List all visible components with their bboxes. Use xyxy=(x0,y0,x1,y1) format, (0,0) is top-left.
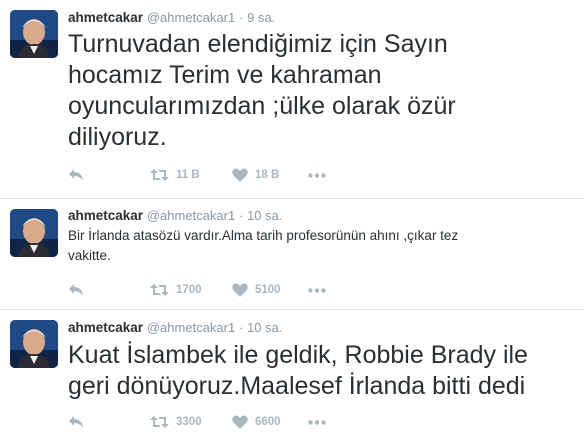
reply-button[interactable] xyxy=(68,415,150,429)
reply-icon xyxy=(68,415,84,429)
tweet-header: ahmetcakar @ahmetcakar1 · 9 sa. xyxy=(68,10,275,26)
tweet-text: Kuat İslambek ile geldik, Robbie Brady i… xyxy=(68,341,528,400)
more-button[interactable] xyxy=(308,172,326,178)
tweet-actions: 1700 5100 xyxy=(68,281,326,299)
more-button[interactable] xyxy=(308,419,326,425)
more-icon xyxy=(308,287,326,293)
separator-dot: · xyxy=(238,208,244,223)
tweet[interactable]: ahmetcakar @ahmetcakar1 · 9 sa. Turnuvad… xyxy=(0,0,584,199)
user-name[interactable]: ahmetcakar xyxy=(68,10,143,25)
avatar[interactable] xyxy=(10,209,58,257)
reply-icon xyxy=(68,168,84,182)
like-count: 6600 xyxy=(255,416,281,428)
tweet[interactable]: ahmetcakar @ahmetcakar1 · 10 sa. Kuat İs… xyxy=(0,310,584,436)
retweet-icon xyxy=(150,168,169,182)
retweet-button[interactable]: 1700 xyxy=(150,283,232,297)
reply-button[interactable] xyxy=(68,283,150,297)
retweet-count: 3300 xyxy=(176,416,202,428)
tweet-header: ahmetcakar @ahmetcakar1 · 10 sa. xyxy=(68,208,282,224)
tweet[interactable]: ahmetcakar @ahmetcakar1 · 10 sa. Bir İrl… xyxy=(0,199,584,310)
user-handle[interactable]: @ahmetcakar1 xyxy=(147,10,235,25)
retweet-icon xyxy=(150,283,169,297)
heart-icon xyxy=(232,168,248,182)
tweet-header: ahmetcakar @ahmetcakar1 · 10 sa. xyxy=(68,320,282,336)
timestamp[interactable]: 10 sa. xyxy=(247,208,282,223)
user-name[interactable]: ahmetcakar xyxy=(68,208,143,223)
retweet-icon xyxy=(150,415,169,429)
separator-dot: · xyxy=(238,10,244,25)
like-button[interactable]: 18 B xyxy=(232,168,308,182)
reply-button[interactable] xyxy=(68,168,150,182)
user-handle[interactable]: @ahmetcakar1 xyxy=(147,208,235,223)
more-icon xyxy=(308,172,326,178)
retweet-count: 1700 xyxy=(176,284,202,296)
avatar[interactable] xyxy=(10,10,58,58)
heart-icon xyxy=(232,283,248,297)
timestamp[interactable]: 10 sa. xyxy=(247,320,282,335)
like-button[interactable]: 5100 xyxy=(232,283,308,297)
like-count: 5100 xyxy=(255,284,281,296)
like-button[interactable]: 6600 xyxy=(232,415,308,429)
avatar[interactable] xyxy=(10,320,58,368)
more-button[interactable] xyxy=(308,287,326,293)
tweet-actions: 3300 6600 xyxy=(68,413,326,431)
heart-icon xyxy=(232,415,248,429)
retweet-button[interactable]: 3300 xyxy=(150,415,232,429)
retweet-count: 11 B xyxy=(176,169,200,181)
like-count: 18 B xyxy=(255,169,280,181)
tweet-actions: 11 B 18 B xyxy=(68,166,326,184)
separator-dot: · xyxy=(238,320,244,335)
user-handle[interactable]: @ahmetcakar1 xyxy=(147,320,235,335)
retweet-button[interactable]: 11 B xyxy=(150,168,232,182)
tweet-text: Turnuvadan elendiğimiz için Sayın hocamı… xyxy=(68,30,456,151)
user-name[interactable]: ahmetcakar xyxy=(68,320,143,335)
more-icon xyxy=(308,419,326,425)
reply-icon xyxy=(68,283,84,297)
tweet-text: Bir İrlanda atasözü vardır.Alma tarih pr… xyxy=(68,228,459,263)
timestamp[interactable]: 9 sa. xyxy=(247,10,275,25)
